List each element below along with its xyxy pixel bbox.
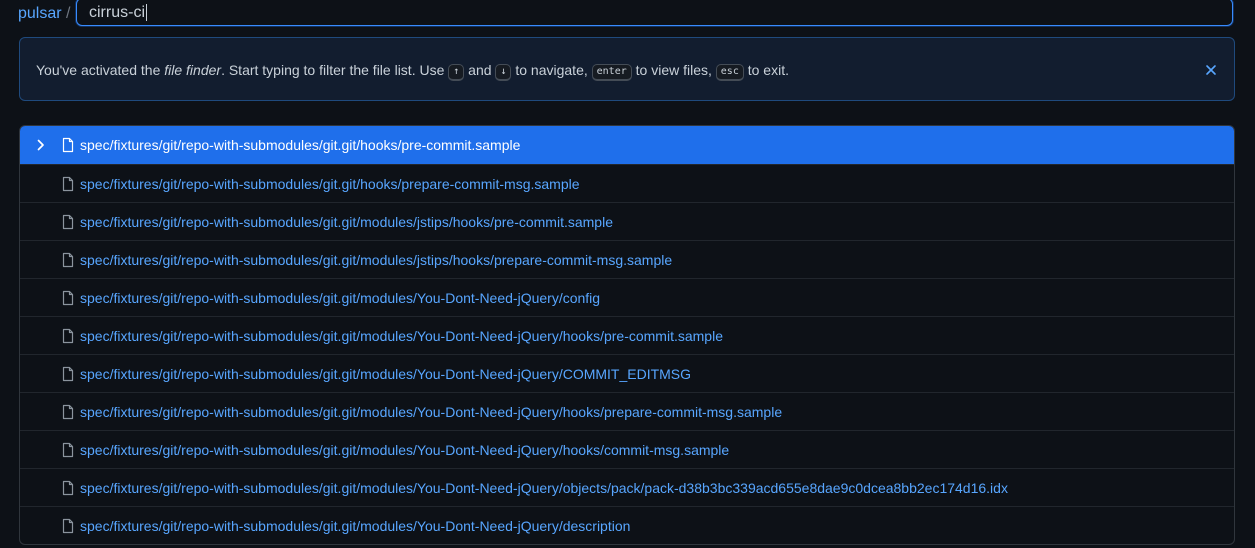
close-icon[interactable] (1203, 62, 1219, 78)
file-icon (62, 442, 74, 458)
file-path-link[interactable]: spec/fixtures/git/repo-with-submodules/g… (80, 137, 520, 154)
file-icon (62, 328, 74, 344)
file-icon (62, 214, 74, 230)
key-enter-hint: enter (591, 64, 632, 81)
file-result-row[interactable]: spec/fixtures/git/repo-with-submodules/g… (20, 430, 1234, 468)
notice-text-part: and (464, 62, 496, 78)
key-esc-hint: esc (715, 64, 744, 81)
file-finder-notice: You've activated the file finder. Start … (19, 37, 1235, 101)
file-result-row[interactable]: spec/fixtures/git/repo-with-submodules/g… (20, 468, 1234, 506)
file-path-link[interactable]: spec/fixtures/git/repo-with-submodules/g… (80, 480, 1008, 497)
file-result-row[interactable]: spec/fixtures/git/repo-with-submodules/g… (20, 278, 1234, 316)
file-path-link[interactable]: spec/fixtures/git/repo-with-submodules/g… (80, 404, 782, 421)
file-path-link[interactable]: spec/fixtures/git/repo-with-submodules/g… (80, 252, 672, 269)
file-icon (62, 176, 74, 192)
file-result-row[interactable]: spec/fixtures/git/repo-with-submodules/g… (20, 316, 1234, 354)
file-result-row[interactable]: spec/fixtures/git/repo-with-submodules/g… (20, 354, 1234, 392)
file-finder-input[interactable] (89, 3, 1209, 23)
file-icon (62, 404, 74, 420)
notice-text-part: to navigate, (511, 62, 592, 78)
key-down-hint: ↓ (495, 64, 512, 81)
file-result-row[interactable]: spec/fixtures/git/repo-with-submodules/g… (20, 392, 1234, 430)
file-finder-header: pulsar / (0, 0, 1255, 30)
file-result-row[interactable]: spec/fixtures/git/repo-with-submodules/g… (20, 202, 1234, 240)
file-path-link[interactable]: spec/fixtures/git/repo-with-submodules/g… (80, 366, 691, 383)
file-results-list: spec/fixtures/git/repo-with-submodules/g… (19, 125, 1235, 545)
notice-text-part: . Start typing to filter the file list. … (221, 62, 449, 78)
file-result-row[interactable]: spec/fixtures/git/repo-with-submodules/g… (20, 164, 1234, 202)
file-finder-search-box[interactable] (76, 0, 1233, 26)
file-finder-notice-text: You've activated the file finder. Start … (36, 62, 789, 81)
notice-text-part: to view files, (631, 62, 716, 78)
file-icon (62, 137, 74, 153)
file-icon (62, 480, 74, 496)
chevron-right-icon (37, 139, 44, 151)
file-path-link[interactable]: spec/fixtures/git/repo-with-submodules/g… (80, 290, 600, 307)
repo-breadcrumb-link[interactable]: pulsar (18, 5, 62, 23)
notice-text-part: to exit. (743, 62, 789, 78)
notice-emphasis: file finder (164, 62, 222, 78)
file-path-link[interactable]: spec/fixtures/git/repo-with-submodules/g… (80, 214, 613, 231)
notice-text-part: You've activated the (36, 62, 165, 78)
file-icon (62, 366, 74, 382)
file-icon (62, 518, 74, 534)
file-icon (62, 290, 74, 306)
file-path-link[interactable]: spec/fixtures/git/repo-with-submodules/g… (80, 328, 723, 345)
text-caret (146, 4, 147, 21)
file-path-link[interactable]: spec/fixtures/git/repo-with-submodules/g… (80, 442, 729, 459)
key-up-hint: ↑ (448, 64, 465, 81)
file-result-row[interactable]: spec/fixtures/git/repo-with-submodules/g… (20, 240, 1234, 278)
file-path-link[interactable]: spec/fixtures/git/repo-with-submodules/g… (80, 176, 580, 193)
breadcrumb-separator: / (66, 5, 71, 22)
file-path-link[interactable]: spec/fixtures/git/repo-with-submodules/g… (80, 518, 630, 535)
file-result-row-selected[interactable]: spec/fixtures/git/repo-with-submodules/g… (20, 126, 1234, 164)
file-result-row[interactable]: spec/fixtures/git/repo-with-submodules/g… (20, 506, 1234, 544)
file-icon (62, 252, 74, 268)
